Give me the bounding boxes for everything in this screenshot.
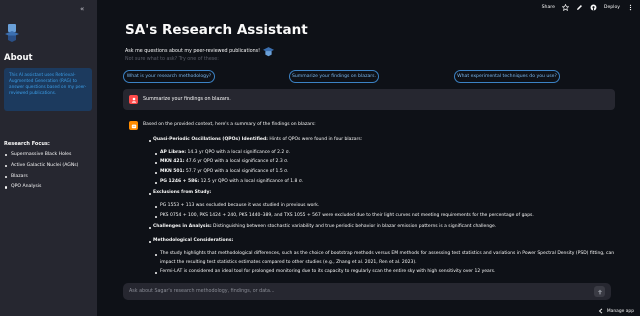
bullet <box>155 153 158 156</box>
info-box: This AI assistant uses Retrieval-Augment… <box>4 68 92 111</box>
suggestion-hint: Not sure what to ask? Try one of these: <box>125 57 219 62</box>
bullet <box>155 216 158 219</box>
exclusion-item: PKS 0754 + 100, PKS 1424 + 240, PKS 1440… <box>160 213 534 218</box>
challenges-line: Challenges in Analysis: Distinguishing b… <box>153 224 496 229</box>
assistant-avatar <box>129 121 138 130</box>
qpo-item: AP Librae: 14.3 yr QPO with a local sign… <box>160 150 290 155</box>
chat-input[interactable]: Ask about Sagar's research methodology, … <box>123 283 611 300</box>
user-message: Summarize your findings on blazars. <box>123 89 615 110</box>
bullet <box>155 162 158 165</box>
research-focus-list: Supermassive Black Holes Active Galactic… <box>4 152 78 195</box>
bullet <box>155 206 158 209</box>
page-title: SA's Research Assistant <box>125 22 308 38</box>
graduation-cap-logo-icon <box>5 24 19 42</box>
qpo-item-name: PG 1246 + 586: <box>160 179 200 184</box>
arrow-up-icon <box>597 289 602 294</box>
sidebar: « About This AI assistant uses Retrieval… <box>0 0 97 316</box>
manage-app-bar[interactable]: Manage app <box>598 308 634 314</box>
exclusions-heading: Exclusions from Study: <box>153 190 212 195</box>
bullet <box>149 140 152 143</box>
chat-input-placeholder: Ask about Sagar's research methodology, … <box>129 289 275 294</box>
list-item: Supermassive Black Holes <box>4 152 78 163</box>
user-icon <box>131 97 136 103</box>
about-heading: About <box>4 53 33 63</box>
graduation-cap-icon <box>263 47 275 57</box>
qpo-item-text: 57.7 yr QPO with a local significance of… <box>184 169 289 174</box>
bullet <box>149 227 152 230</box>
bullet <box>155 182 158 185</box>
bullet <box>149 193 152 196</box>
challenges-heading: Challenges in Analysis: <box>153 224 212 229</box>
subtitle-row: Ask me questions about my peer-reviewed … <box>125 46 275 57</box>
list-item: QPO Analysis <box>4 184 78 195</box>
qpo-item-name: MKN 501: <box>160 169 185 174</box>
chevron-left-icon <box>598 308 603 314</box>
user-message-text: Summarize your findings on blazars. <box>143 97 231 102</box>
suggestion-button-methodology[interactable]: What is your research methodology? <box>123 70 215 83</box>
collapse-sidebar-icon[interactable]: « <box>80 5 84 13</box>
bullet <box>149 241 152 244</box>
methods-item: Fermi-LAT is considered an ideal tool fo… <box>160 269 496 274</box>
qpo-item-text: 47.6 yr QPO with a local significance of… <box>184 159 289 164</box>
methods-item: The study highlights that methodological… <box>160 251 615 256</box>
methods-heading: Methodological Considerations: <box>153 238 234 243</box>
qpo-item-text: 12.5 yr QPO with a local significance of… <box>199 179 304 184</box>
user-avatar <box>129 95 138 104</box>
methods-item-continuation: impact the resulting test statistics est… <box>160 260 417 265</box>
suggestion-button-techniques[interactable]: What experimental techniques do you use? <box>454 70 560 83</box>
list-item: Active Galactic Nuclei (AGNs) <box>4 163 78 174</box>
challenges-text: Distinguishing between stochastic variab… <box>211 224 497 229</box>
list-item: Blazars <box>4 174 78 185</box>
qpo-item: MKN 421: 47.6 yr QPO with a local signif… <box>160 159 288 164</box>
qpo-heading: Quasi-Periodic Oscillations (QPOs) Ident… <box>153 137 268 142</box>
manage-app-label: Manage app <box>606 308 634 314</box>
bot-icon <box>131 124 136 128</box>
qpo-line: Quasi-Periodic Oscillations (QPOs) Ident… <box>153 137 362 142</box>
qpo-item-name: MKN 421: <box>160 159 185 164</box>
send-button[interactable] <box>594 286 605 297</box>
qpo-item: MKN 501: 57.7 yr QPO with a local signif… <box>160 169 288 174</box>
qpo-text: Hints of QPOs were found in four blazars… <box>268 137 363 142</box>
assistant-intro: Based on the provided context, here's a … <box>143 122 316 127</box>
exclusion-item: PG 1553 + 113 was excluded because it wa… <box>160 203 320 208</box>
bullet <box>155 254 158 257</box>
bullet <box>155 172 158 175</box>
qpo-item-text: 14.3 yr QPO with a local significance of… <box>186 150 291 155</box>
subtitle: Ask me questions about my peer-reviewed … <box>125 49 261 54</box>
research-focus-heading: Research Focus: <box>4 141 50 147</box>
bullet <box>155 272 158 275</box>
qpo-item-name: AP Librae: <box>160 150 187 155</box>
qpo-item: PG 1246 + 586: 12.5 yr QPO with a local … <box>160 179 303 184</box>
main-content: SA's Research Assistant Ask me questions… <box>97 0 640 316</box>
suggestion-button-blazars[interactable]: Summarize your findings on blazars. <box>289 70 379 83</box>
